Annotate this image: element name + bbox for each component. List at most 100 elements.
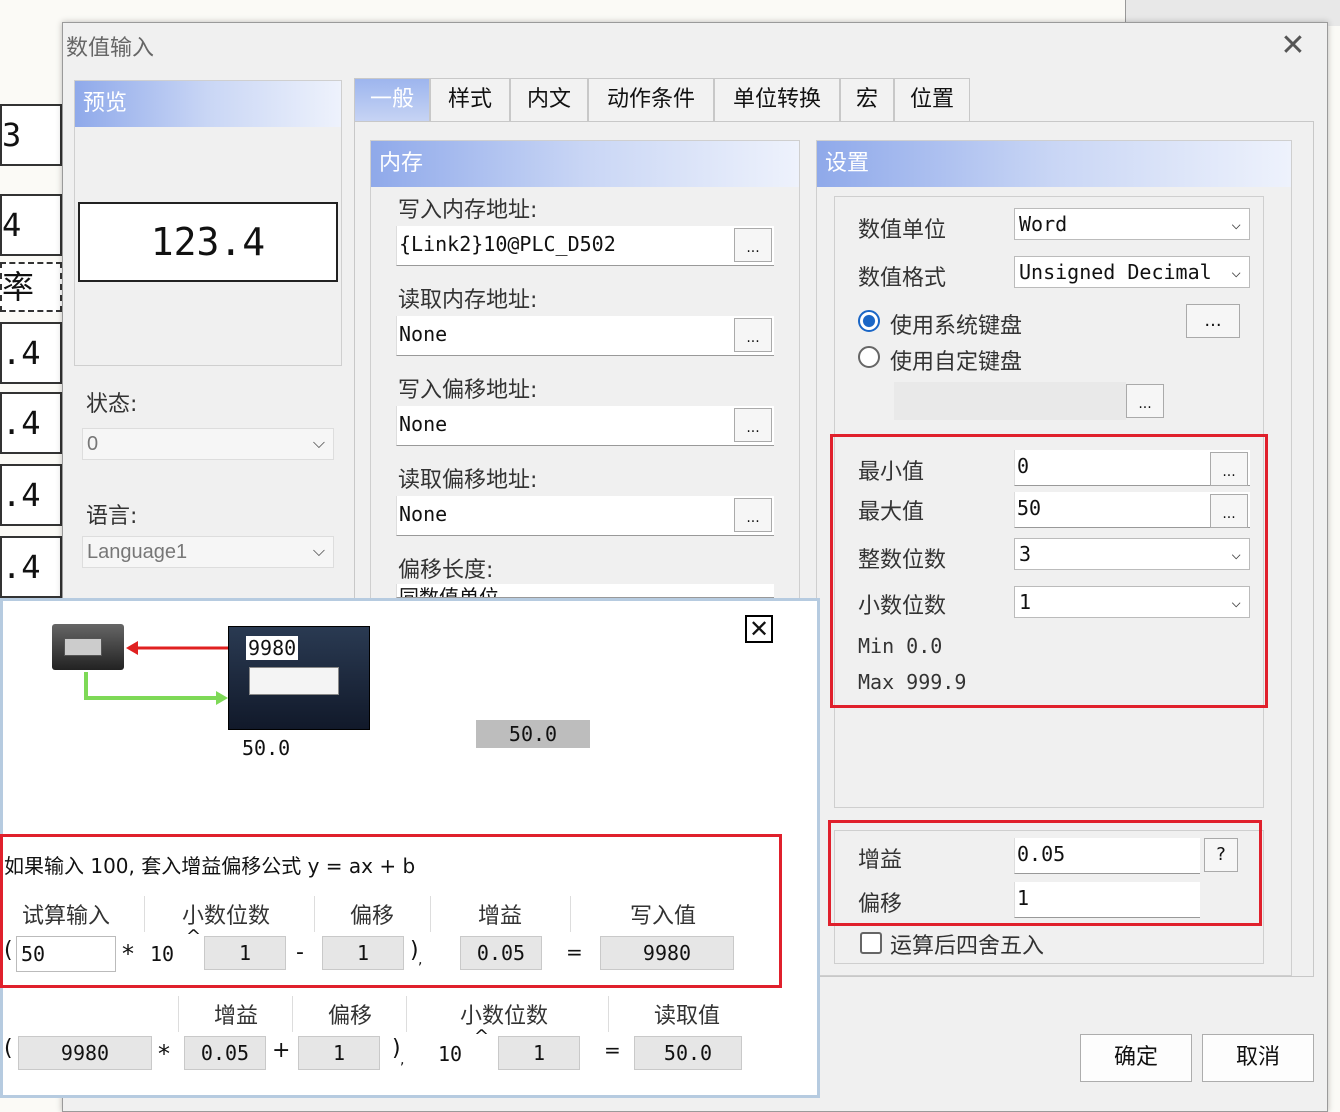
preview-value: 123.4: [150, 220, 266, 264]
row2-equals: =: [604, 1038, 621, 1062]
offset-field[interactable]: 1: [1014, 882, 1200, 918]
background-cell: .4: [0, 392, 62, 454]
close-icon[interactable]: ✕: [1278, 31, 1308, 62]
background-cell: .4: [0, 536, 62, 598]
offset-length-select[interactable]: 同数值单位: [396, 584, 774, 598]
gain-field[interactable]: 0.05: [1014, 838, 1200, 874]
row2-offset-box: 1: [298, 1036, 380, 1070]
row1-comma: ,: [418, 952, 423, 968]
tab-style[interactable]: 样式: [430, 78, 510, 122]
system-keyboard-label: 使用系统键盘: [890, 314, 1023, 339]
decimal-digits-select[interactable]: 1 ⌵: [1014, 586, 1250, 618]
language-select-value: Language1: [87, 541, 188, 563]
write-offset-value: None: [399, 412, 448, 436]
data-format-select[interactable]: Unsigned Decimal ⌵: [1014, 256, 1250, 288]
row1-result-box: 9980: [600, 936, 734, 970]
row1-input-value: 50: [21, 942, 46, 966]
tab-text[interactable]: 内文: [510, 78, 588, 122]
row1-caret: ^: [186, 926, 202, 947]
data-format-label: 数值格式: [858, 266, 947, 291]
column-divider: [314, 896, 315, 932]
max-value-button[interactable]: ...: [1210, 494, 1248, 528]
column-divider: [406, 996, 407, 1032]
keyboard-settings-button[interactable]: ...: [1186, 304, 1240, 338]
row1-header-offset: 偏移: [350, 904, 395, 929]
offset-length-value: 同数值单位: [399, 587, 499, 598]
row1-input-field[interactable]: 50: [16, 936, 116, 972]
hmi-caption: 50.0: [242, 736, 291, 760]
background-cell: 4: [0, 194, 62, 256]
system-keyboard-radio[interactable]: [858, 310, 880, 332]
state-label: 状态:: [86, 392, 138, 417]
round-checkbox[interactable]: [860, 932, 882, 954]
data-unit-select[interactable]: Word ⌵: [1014, 208, 1250, 240]
write-address-label: 写入内存地址:: [398, 198, 538, 223]
read-address-label: 读取内存地址:: [398, 288, 538, 313]
column-divider: [178, 996, 179, 1032]
offset-value: 1: [1017, 886, 1030, 910]
min-value-value: 0: [1017, 454, 1030, 478]
background-cell: .4: [0, 322, 62, 384]
chevron-down-icon: ⌵: [1231, 214, 1241, 233]
tab-position[interactable]: 位置: [894, 78, 970, 122]
row2-result-box: 50.0: [634, 1036, 742, 1070]
tab-general[interactable]: 一般: [354, 78, 430, 122]
read-address-button[interactable]: ...: [734, 318, 772, 352]
data-unit-label: 数值单位: [858, 218, 947, 243]
write-offset-field[interactable]: None: [396, 406, 774, 446]
preview-value-display: 123.4: [78, 202, 338, 282]
row2-header-gain: 增益: [214, 1004, 259, 1029]
column-divider: [292, 996, 293, 1032]
background-cell: 3: [0, 104, 62, 166]
write-offset-button[interactable]: ...: [734, 408, 772, 442]
language-select[interactable]: Language1 ⌵: [82, 536, 334, 568]
write-offset-label: 写入偏移地址:: [398, 378, 538, 403]
integer-digits-value: 3: [1019, 542, 1032, 566]
custom-keyboard-radio[interactable]: [858, 346, 880, 368]
row1-offset-box: 1: [322, 936, 404, 970]
row1-times: *: [122, 940, 134, 968]
ok-button[interactable]: 确定: [1080, 1034, 1192, 1082]
settings-header: 设置: [817, 141, 1291, 187]
data-format-value: Unsigned Decimal: [1019, 260, 1212, 284]
gain-help-button[interactable]: ?: [1204, 838, 1238, 872]
data-flow-arrows-icon: [84, 641, 228, 705]
tab-macro[interactable]: 宏: [840, 78, 894, 122]
row2-paren-open: (: [4, 1036, 13, 1061]
tab-unit-conversion[interactable]: 单位转换: [714, 78, 840, 122]
row1-header-gain: 增益: [478, 904, 523, 929]
row1-paren-open: (: [4, 938, 13, 963]
row2-plus: +: [272, 1038, 291, 1063]
read-offset-field[interactable]: None: [396, 496, 774, 536]
read-address-value: None: [399, 322, 448, 346]
row2-ten: 10: [438, 1042, 463, 1066]
data-unit-value: Word: [1019, 212, 1068, 236]
chevron-down-icon: ⌵: [1231, 592, 1241, 611]
row1-header-write-value: 写入值: [630, 904, 697, 929]
custom-keyboard-button[interactable]: ...: [1126, 384, 1164, 418]
cancel-button[interactable]: 取消: [1202, 1034, 1314, 1082]
tab-action-condition[interactable]: 动作条件: [588, 78, 714, 122]
row2-decimals-box: 1: [498, 1036, 580, 1070]
row2-header-read-value: 读取值: [654, 1004, 721, 1029]
row1-decimals-box: 1: [204, 936, 286, 970]
preview-header: 预览: [75, 81, 341, 127]
state-select[interactable]: 0 ⌵: [82, 428, 334, 460]
integer-digits-select[interactable]: 3 ⌵: [1014, 538, 1250, 570]
custom-keyboard-label: 使用自定键盘: [890, 350, 1023, 375]
column-divider: [144, 896, 145, 932]
row1-ten: 10: [150, 942, 175, 966]
chevron-down-icon: ⌵: [1231, 544, 1241, 563]
column-divider: [430, 896, 431, 932]
column-divider: [608, 996, 609, 1032]
gain-value: 0.05: [1017, 842, 1066, 866]
write-address-button[interactable]: ...: [734, 228, 772, 262]
read-offset-button[interactable]: ...: [734, 498, 772, 532]
row1-equals: =: [566, 940, 583, 964]
write-address-field[interactable]: {Link2}10@PLC_D502: [396, 226, 774, 266]
min-value-label: 最小值: [858, 460, 925, 485]
overlay-close-button[interactable]: ✕: [745, 615, 773, 643]
min-value-button[interactable]: ...: [1210, 452, 1248, 486]
read-address-field[interactable]: None: [396, 316, 774, 356]
offset-length-label: 偏移长度:: [398, 558, 494, 583]
